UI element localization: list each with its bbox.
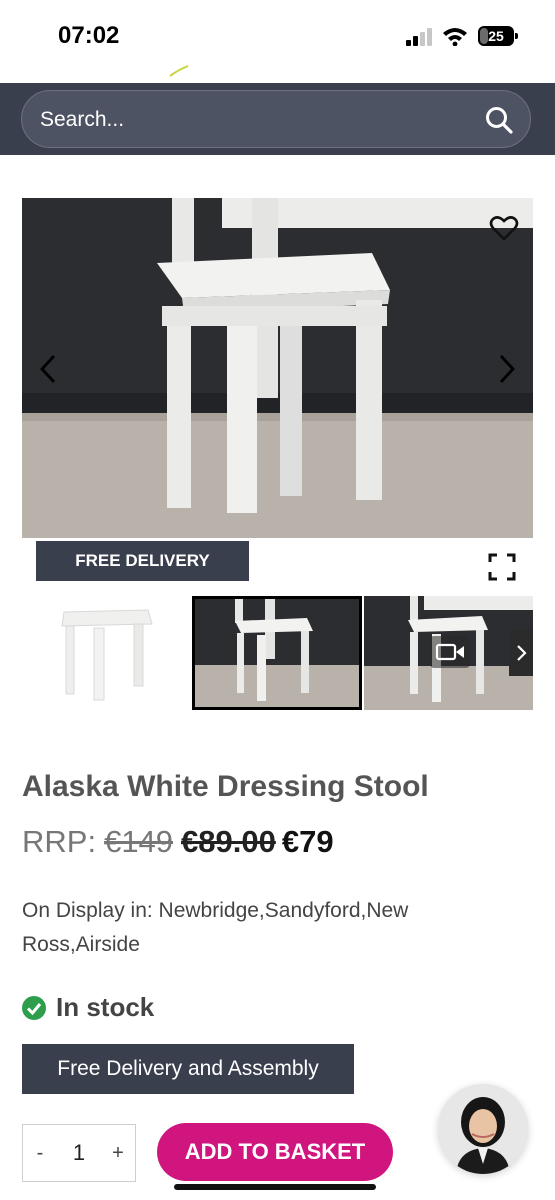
wifi-icon xyxy=(443,28,467,46)
video-icon xyxy=(430,636,470,668)
fullscreen-icon[interactable] xyxy=(488,553,516,581)
quantity-input[interactable]: 1 xyxy=(55,1125,103,1181)
next-image-arrow-icon[interactable] xyxy=(495,353,519,385)
stock-label: In stock xyxy=(56,992,155,1022)
site-header xyxy=(0,83,555,155)
display-locations: On Display in: Newbridge,Sandyford,New R… xyxy=(22,899,409,956)
chat-assistant-avatar[interactable] xyxy=(438,1084,528,1174)
stool-photo xyxy=(22,198,533,538)
thumbnail-next-button[interactable] xyxy=(509,630,533,676)
product-title: Alaska White Dressing Stool xyxy=(22,770,429,803)
previous-image-arrow-icon[interactable] xyxy=(36,353,60,385)
delivery-assembly-badge: Free Delivery and Assembly xyxy=(22,1044,354,1094)
old-price: €89.00 xyxy=(181,824,276,859)
quantity-increase-button[interactable]: + xyxy=(103,1125,133,1181)
sale-price: €79 xyxy=(281,824,334,859)
clock: 07:02 xyxy=(58,22,120,49)
rrp-label: RRP: xyxy=(22,824,97,859)
search-bar[interactable] xyxy=(21,90,531,148)
check-circle-icon xyxy=(22,996,46,1020)
quantity-stepper: - 1 + xyxy=(22,1124,136,1182)
status-bar: 07:02 25 xyxy=(0,0,555,80)
rrp-price: €149 xyxy=(104,824,174,859)
quantity-decrease-button[interactable]: - xyxy=(25,1125,55,1181)
product-main-image[interactable] xyxy=(22,198,533,538)
cellular-signal-icon xyxy=(406,28,434,46)
battery-level: 25 xyxy=(488,28,504,44)
chevron-right-icon xyxy=(517,645,527,661)
thumbnail-2-selected[interactable] xyxy=(192,596,362,710)
thumbnail-3-video[interactable] xyxy=(364,596,533,710)
free-delivery-badge: FREE DELIVERY xyxy=(36,541,249,581)
decorative-stroke xyxy=(169,65,189,77)
price-row: RRP: €149 €89.00 €79 xyxy=(22,824,334,864)
home-indicator xyxy=(174,1184,376,1190)
search-icon[interactable] xyxy=(484,105,514,135)
thumbnail-1[interactable] xyxy=(22,596,186,710)
add-to-basket-button[interactable]: ADD TO BASKET xyxy=(157,1123,393,1181)
search-input[interactable] xyxy=(40,107,440,133)
wishlist-heart-icon[interactable] xyxy=(489,214,519,242)
battery-icon: 25 xyxy=(478,26,518,46)
thumbnail-strip xyxy=(22,596,533,710)
